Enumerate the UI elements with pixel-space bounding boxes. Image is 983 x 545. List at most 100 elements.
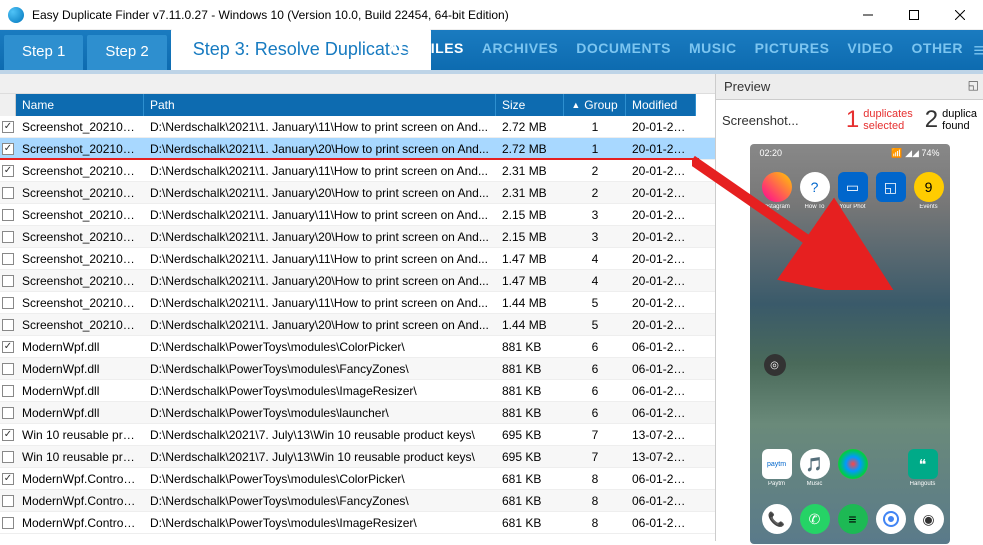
cell-group: 6 <box>564 362 626 376</box>
cell-path: D:\Nerdschalk\PowerToys\modules\ColorPic… <box>144 472 496 486</box>
table-row[interactable]: ModernWpf.Controls....D:\Nerdschalk\Powe… <box>0 490 715 512</box>
cell-size: 681 KB <box>496 516 564 530</box>
cell-name: Screenshot_202101... <box>16 120 144 134</box>
popout-icon[interactable]: ◱ <box>968 78 979 92</box>
table-row[interactable]: ✓Screenshot_202101...D:\Nerdschalk\2021\… <box>0 116 715 138</box>
row-checkbox[interactable] <box>0 407 16 419</box>
cell-modified: 06-01-2021 <box>626 516 696 530</box>
cell-path: D:\Nerdschalk\2021\1. January\20\How to … <box>144 274 496 288</box>
table-row[interactable]: Screenshot_202101...D:\Nerdschalk\2021\1… <box>0 314 715 336</box>
preview-filename: Screenshot... <box>722 113 834 128</box>
table-row[interactable]: ModernWpf.dllD:\Nerdschalk\PowerToys\mod… <box>0 380 715 402</box>
filter-documents[interactable]: Documents <box>576 40 671 56</box>
cell-name: ModernWpf.Controls.... <box>16 516 144 530</box>
cell-name: ModernWpf.Controls.... <box>16 494 144 508</box>
cell-group: 5 <box>564 296 626 310</box>
row-checkbox[interactable] <box>0 385 16 397</box>
cell-name: Screenshot_202101... <box>16 318 144 332</box>
ribbon: Step 1 Step 2 Step 3: Resolve Duplicates… <box>0 30 983 74</box>
cell-path: D:\Nerdschalk\2021\1. January\20\How to … <box>144 230 496 244</box>
header-checkbox[interactable] <box>0 94 16 116</box>
row-checkbox[interactable]: ✓ <box>0 165 16 177</box>
table-row[interactable]: ✓Screenshot_202101...D:\Nerdschalk\2021\… <box>0 138 715 160</box>
filter-music[interactable]: Music <box>689 40 737 56</box>
maximize-button[interactable] <box>891 0 937 30</box>
cell-name: Screenshot_202101... <box>16 186 144 200</box>
header-size[interactable]: Size <box>496 94 564 116</box>
table-row[interactable]: ✓Screenshot_202101...D:\Nerdschalk\2021\… <box>0 160 715 182</box>
table-row[interactable]: ✓ModernWpf.Controls....D:\Nerdschalk\Pow… <box>0 468 715 490</box>
row-checkbox[interactable] <box>0 187 16 199</box>
cell-group: 3 <box>564 230 626 244</box>
cell-modified: 06-01-2021 <box>626 340 696 354</box>
cell-name: Screenshot_202101... <box>16 296 144 310</box>
header-modified[interactable]: Modified <box>626 94 696 116</box>
row-checkbox[interactable] <box>0 231 16 243</box>
cell-size: 881 KB <box>496 362 564 376</box>
cell-group: 8 <box>564 494 626 508</box>
cell-name: Win 10 reusable pro... <box>16 450 144 464</box>
table-row[interactable]: Screenshot_202101...D:\Nerdschalk\2021\1… <box>0 226 715 248</box>
header-group[interactable]: ▲Group <box>564 94 626 116</box>
cell-path: D:\Nerdschalk\PowerToys\modules\FancyZon… <box>144 362 496 376</box>
cell-modified: 20-01-2021 <box>626 318 696 332</box>
cell-modified: 06-01-2021 <box>626 406 696 420</box>
row-checkbox[interactable] <box>0 275 16 287</box>
filter-video[interactable]: Video <box>847 40 893 56</box>
tab-step1[interactable]: Step 1 <box>4 35 83 70</box>
table-row[interactable]: ModernWpf.dllD:\Nerdschalk\PowerToys\mod… <box>0 402 715 424</box>
cell-name: Screenshot_202101... <box>16 164 144 178</box>
cell-size: 2.72 MB <box>496 120 564 134</box>
row-checkbox[interactable]: ✓ <box>0 473 16 485</box>
filter-pictures[interactable]: Pictures <box>755 40 830 56</box>
cell-size: 1.44 MB <box>496 296 564 310</box>
cell-name: ModernWpf.dll <box>16 340 144 354</box>
cell-size: 1.44 MB <box>496 318 564 332</box>
stat-duplicates-selected: 1 duplicatesselected <box>846 106 913 134</box>
table-row[interactable]: Screenshot_202101...D:\Nerdschalk\2021\1… <box>0 248 715 270</box>
menu-icon[interactable]: ≡ <box>973 40 983 63</box>
filter-archives[interactable]: Archives <box>482 40 558 56</box>
preview-title: Preview <box>724 79 770 94</box>
row-checkbox[interactable]: ✓ <box>0 143 16 155</box>
tab-step2[interactable]: Step 2 <box>87 35 166 70</box>
row-checkbox[interactable] <box>0 451 16 463</box>
row-checkbox[interactable] <box>0 319 16 331</box>
filter-other[interactable]: Other <box>912 40 964 56</box>
cell-path: D:\Nerdschalk\2021\7. July\13\Win 10 reu… <box>144 450 496 464</box>
row-checkbox[interactable] <box>0 209 16 221</box>
cell-modified: 13-07-2021 <box>626 450 696 464</box>
row-checkbox[interactable] <box>0 253 16 265</box>
row-checkbox[interactable]: ✓ <box>0 121 16 133</box>
filter-bar: All Files Archives Documents Music Pictu… <box>389 40 963 56</box>
cell-group: 8 <box>564 516 626 530</box>
table-row[interactable]: ✓Win 10 reusable pro...D:\Nerdschalk\202… <box>0 424 715 446</box>
cell-size: 681 KB <box>496 472 564 486</box>
table-row[interactable]: Screenshot_202101...D:\Nerdschalk\2021\1… <box>0 182 715 204</box>
table-row[interactable]: Win 10 reusable pro...D:\Nerdschalk\2021… <box>0 446 715 468</box>
cell-group: 7 <box>564 450 626 464</box>
table-row[interactable]: ModernWpf.dllD:\Nerdschalk\PowerToys\mod… <box>0 358 715 380</box>
minimize-button[interactable] <box>845 0 891 30</box>
row-checkbox[interactable] <box>0 363 16 375</box>
table-row[interactable]: Screenshot_202101...D:\Nerdschalk\2021\1… <box>0 270 715 292</box>
row-checkbox[interactable] <box>0 517 16 529</box>
close-button[interactable] <box>937 0 983 30</box>
cell-modified: 06-01-2021 <box>626 362 696 376</box>
table-row[interactable]: Screenshot_202101...D:\Nerdschalk\2021\1… <box>0 292 715 314</box>
filter-all[interactable]: All Files <box>389 40 464 56</box>
table-row[interactable]: ✓ModernWpf.dllD:\Nerdschalk\PowerToys\mo… <box>0 336 715 358</box>
cell-group: 2 <box>564 164 626 178</box>
row-checkbox[interactable] <box>0 297 16 309</box>
table-row[interactable]: ModernWpf.Controls....D:\Nerdschalk\Powe… <box>0 512 715 534</box>
header-name[interactable]: Name <box>16 94 144 116</box>
row-checkbox[interactable]: ✓ <box>0 341 16 353</box>
row-checkbox[interactable]: ✓ <box>0 429 16 441</box>
cell-size: 1.47 MB <box>496 252 564 266</box>
cell-path: D:\Nerdschalk\2021\1. January\11\How to … <box>144 208 496 222</box>
cell-path: D:\Nerdschalk\2021\1. January\20\How to … <box>144 186 496 200</box>
row-checkbox[interactable] <box>0 495 16 507</box>
header-path[interactable]: Path <box>144 94 496 116</box>
cell-path: D:\Nerdschalk\PowerToys\modules\FancyZon… <box>144 494 496 508</box>
table-row[interactable]: Screenshot_202101...D:\Nerdschalk\2021\1… <box>0 204 715 226</box>
